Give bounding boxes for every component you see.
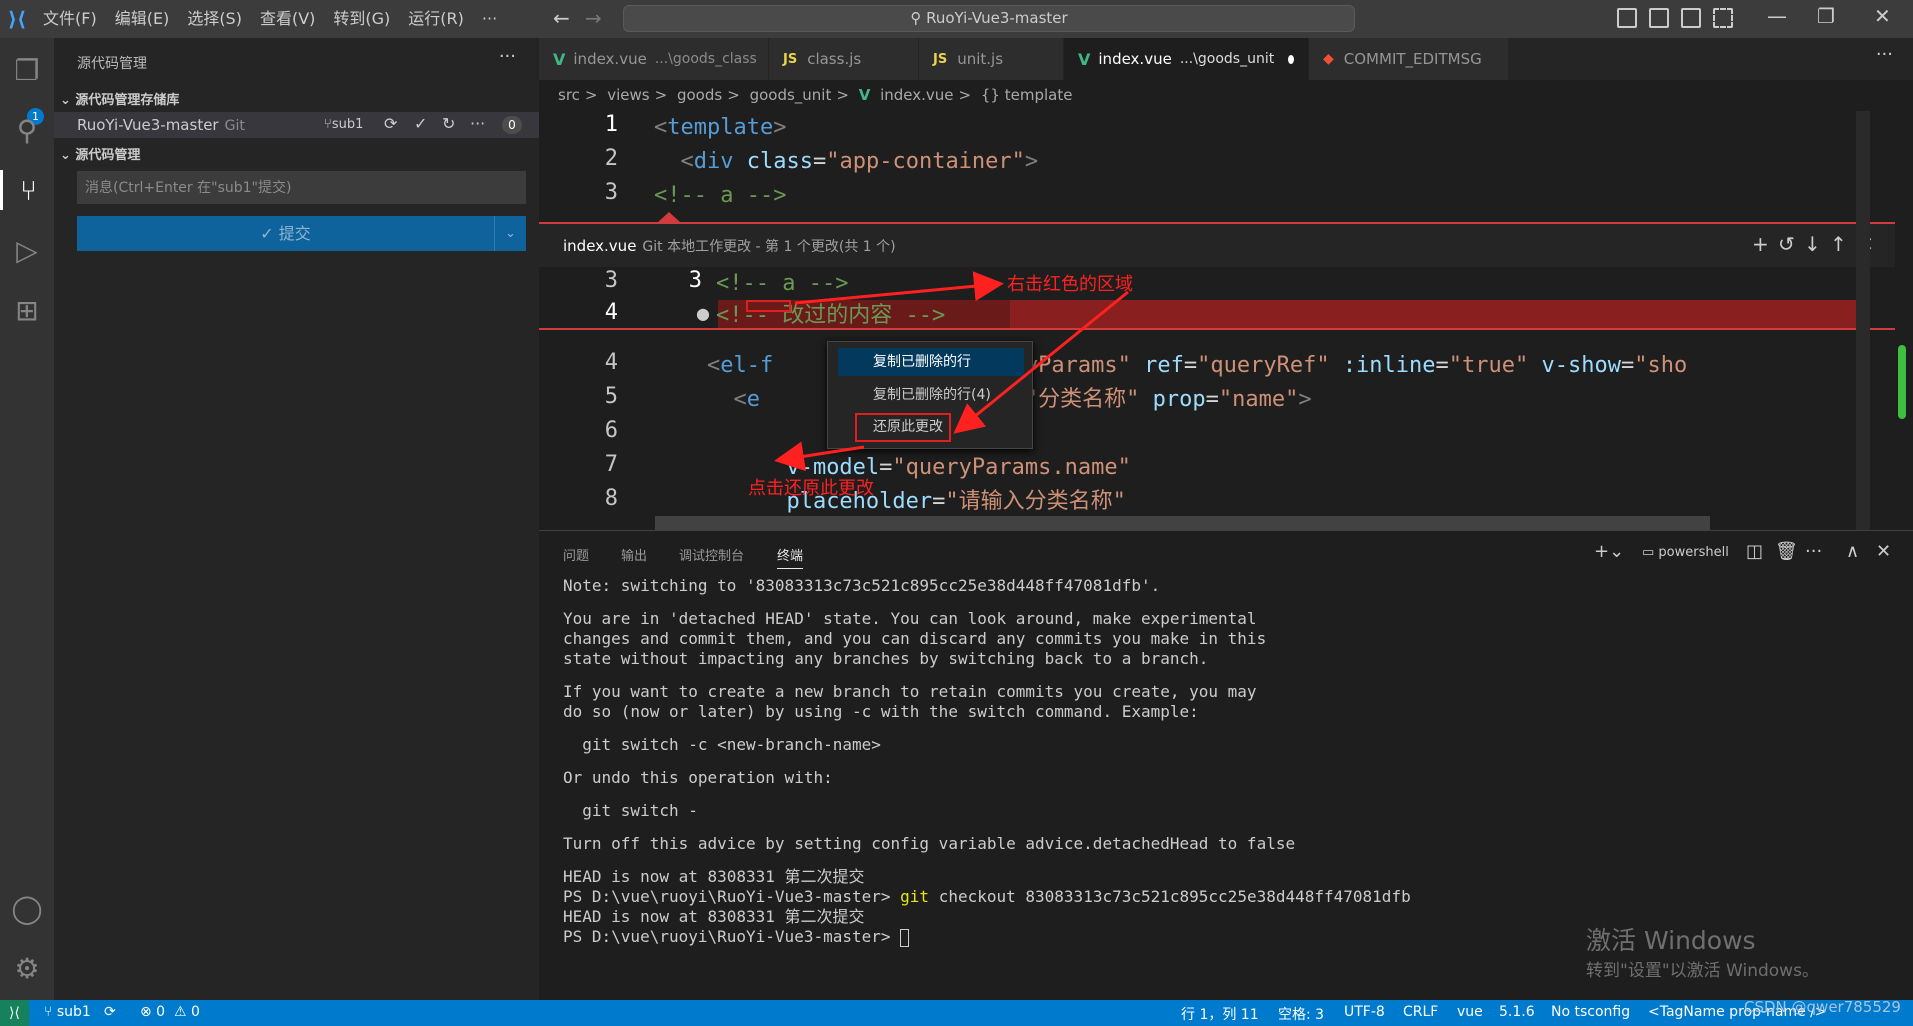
panel-more-icon[interactable]: ··· bbox=[1805, 541, 1822, 562]
panel-tab-terminal[interactable]: 终端 bbox=[777, 545, 804, 569]
windows-activation-watermark: 激活 Windows bbox=[1586, 926, 1756, 955]
terminal-line: git switch - bbox=[563, 801, 698, 820]
terminal-line: Note: switching to '83083313c73c521c895c… bbox=[563, 576, 1161, 595]
status-branch[interactable]: sub1 bbox=[57, 1004, 91, 1020]
terminal-line: git switch -c <new-branch-name> bbox=[563, 735, 881, 754]
terminal-line: HEAD is now at 8308331 第二次提交 bbox=[563, 867, 865, 886]
terminal-command-line: PS D:\vue\ruoyi\RuoYi-Vue3-master> git c… bbox=[563, 887, 1411, 906]
terminal-line: changes and commit them, and you can dis… bbox=[563, 629, 1267, 648]
terminal-line: If you want to create a new branch to re… bbox=[563, 682, 1257, 701]
status-sync-icon[interactable]: ⟳ bbox=[104, 1004, 116, 1020]
terminal-line: Or undo this operation with: bbox=[563, 768, 833, 787]
terminal-line: You are in 'detached HEAD' state. You ca… bbox=[563, 609, 1257, 628]
close-panel-icon[interactable]: ✕ bbox=[1876, 541, 1891, 562]
terminal-prompt[interactable]: PS D:\vue\ruoyi\RuoYi-Vue3-master> bbox=[563, 927, 1411, 947]
new-terminal-icon[interactable]: +⌄ bbox=[1594, 541, 1624, 562]
terminal-line: Turn off this advice by setting config v… bbox=[563, 834, 1296, 853]
arrow-to-deleted-line bbox=[794, 271, 1004, 305]
split-terminal-icon[interactable]: ◫ bbox=[1746, 541, 1763, 562]
status-version[interactable]: 5.1.6 bbox=[1499, 1004, 1535, 1020]
csdn-watermark: CSDN @qwer785529 bbox=[1744, 998, 1901, 1016]
terminal-line: do so (now or later) by using -c with th… bbox=[563, 702, 1199, 721]
panel-tab-debug-console[interactable]: 调试控制台 bbox=[679, 545, 744, 564]
kill-terminal-icon[interactable]: 🗑 bbox=[1775, 541, 1798, 562]
arrow-to-click-label bbox=[774, 441, 865, 472]
annotation-right-click: 右击红色的区域 bbox=[1007, 274, 1133, 295]
status-bar: ⟩⟨ ⑂ sub1 ⟳ ⊗ 0 ⚠ 0 行 1，列 11 空格: 3 UTF-8… bbox=[0, 1000, 1913, 1026]
arrow-to-revert-item bbox=[953, 290, 1129, 434]
status-language[interactable]: vue bbox=[1457, 1004, 1483, 1020]
status-indentation[interactable]: 空格: 3 bbox=[1278, 1004, 1324, 1024]
panel-tab-problems[interactable]: 问题 bbox=[563, 545, 589, 564]
terminal-icon: ▭ bbox=[1642, 545, 1659, 560]
status-errors[interactable]: ⊗ 0 bbox=[140, 1004, 165, 1020]
terminal-line: HEAD is now at 8308331 第二次提交 bbox=[563, 907, 865, 926]
status-eol[interactable]: CRLF bbox=[1403, 1004, 1438, 1020]
status-tsconfig[interactable]: No tsconfig bbox=[1551, 1004, 1630, 1020]
status-encoding[interactable]: UTF-8 bbox=[1344, 1004, 1385, 1020]
windows-activation-hint: 转到"设置"以激活 Windows。 bbox=[1586, 961, 1819, 981]
remote-indicator-icon[interactable]: ⟩⟨ bbox=[0, 1000, 29, 1026]
terminal-line: state without impacting any branches by … bbox=[563, 649, 1209, 668]
terminal-output[interactable]: Note: switching to '83083313c73c521c895c… bbox=[563, 576, 1411, 947]
terminal-cursor bbox=[900, 928, 910, 947]
branch-icon: ⑂ bbox=[44, 1004, 57, 1020]
status-warnings[interactable]: ⚠ 0 bbox=[174, 1004, 200, 1020]
status-cursor-position[interactable]: 行 1，列 11 bbox=[1181, 1004, 1259, 1024]
annotation-click-revert: 点击还原此更改 bbox=[748, 478, 874, 499]
terminal-shell-name[interactable]: powershell bbox=[1658, 545, 1728, 560]
panel-tab-output[interactable]: 输出 bbox=[621, 545, 647, 564]
maximize-panel-icon[interactable]: ∧ bbox=[1846, 541, 1859, 562]
